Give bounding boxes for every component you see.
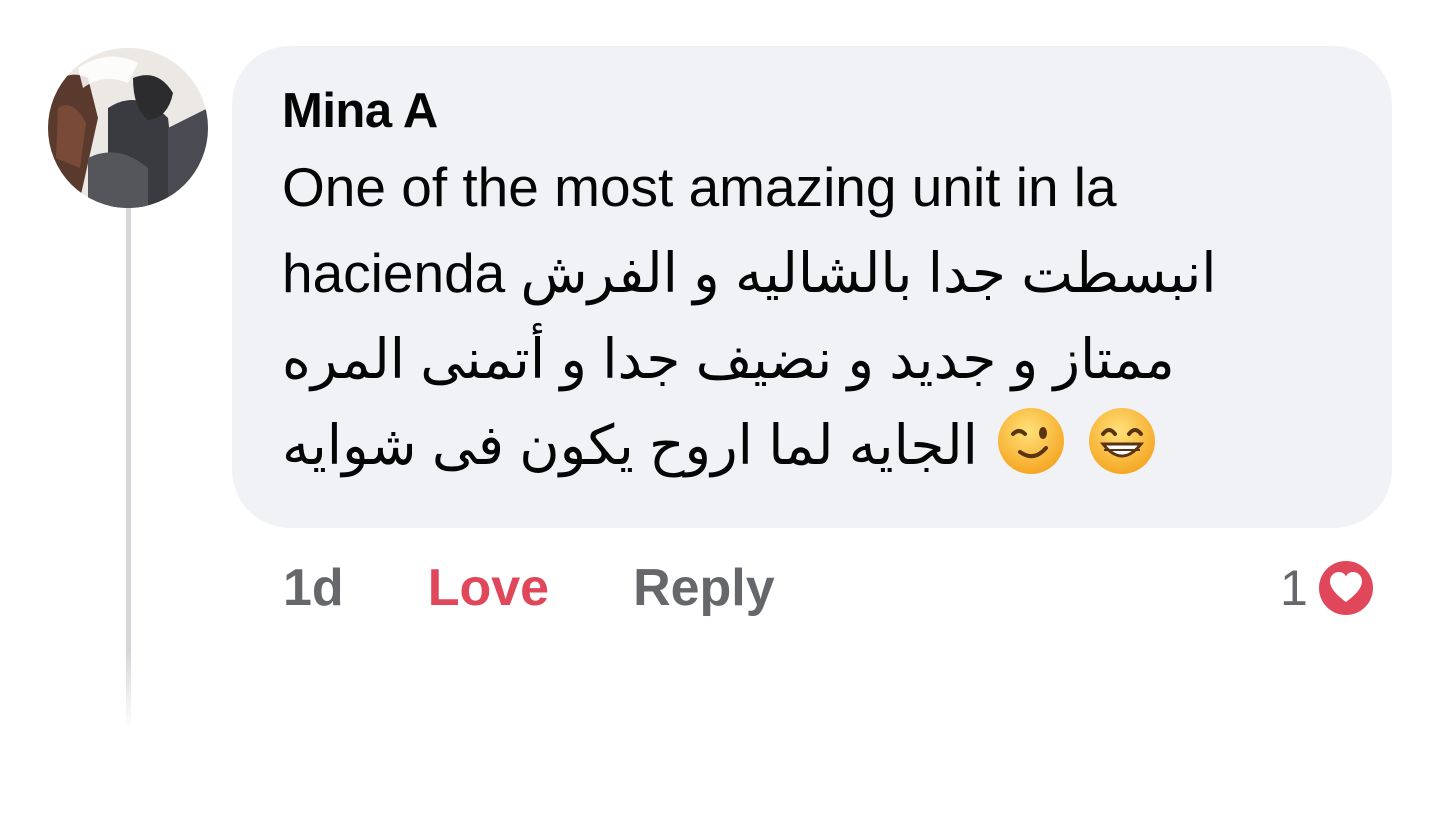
grinning-face-icon (1089, 408, 1156, 474)
winking-face-icon (998, 408, 1065, 474)
heart-icon (1314, 557, 1377, 619)
avatar[interactable] (48, 48, 208, 208)
comment-text-line1: One of the most amazing unit in la (282, 156, 1117, 218)
comment-bubble: Mina A One of the most amazing unit in l… (232, 46, 1392, 528)
reaction-summary[interactable]: 1 (1280, 548, 1378, 628)
thread-line (126, 205, 131, 730)
comment-text: One of the most amazing unit in la hacie… (282, 144, 1282, 488)
reaction-count: 1 (1280, 560, 1308, 616)
comment-text-latin: hacienda (282, 242, 506, 304)
comment-author[interactable]: Mina A (282, 82, 1342, 140)
love-button[interactable]: Love (428, 558, 549, 618)
reply-button[interactable]: Reply (633, 558, 775, 618)
avatar-photo (48, 48, 208, 208)
comment-timestamp[interactable]: 1d (283, 558, 344, 618)
comment-actions: 1d Love Reply (283, 548, 775, 628)
